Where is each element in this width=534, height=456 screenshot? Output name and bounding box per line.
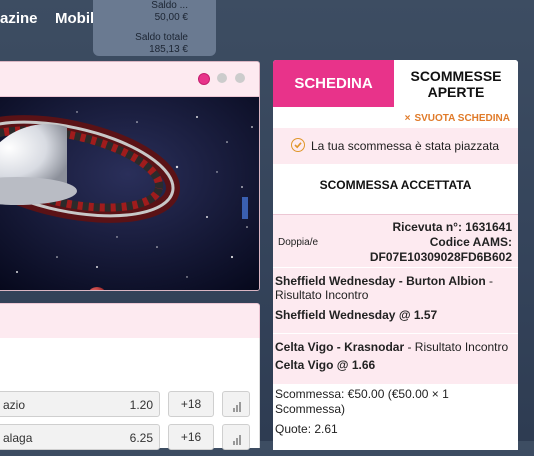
- total-odds: Quote: 2.61: [275, 422, 338, 436]
- tab-schedina[interactable]: SCHEDINA: [273, 60, 394, 107]
- receipt-block: Doppia/e Ricevuta n°: 1631641 Codice AAM…: [273, 214, 518, 267]
- selection-pick: Sheffield Wednesday @ 1.57: [275, 308, 438, 322]
- success-text: La tua scommessa è stata piazzata: [311, 139, 500, 153]
- aams-code: DF07E10309028FD6B602: [369, 250, 512, 264]
- stake-summary: Scommessa: €50.00 (€50.00 × 1 Scommessa): [275, 387, 449, 417]
- selection-pick: Celta Vigo @ 1.66: [275, 358, 376, 372]
- tab-scommesse-aperte[interactable]: SCOMMESSE APERTE: [394, 60, 518, 107]
- bet-slip: SCHEDINA SCOMMESSE APERTE × SVUOTA SCHEDI…: [273, 60, 518, 450]
- tab-open-line1: SCOMMESSE: [410, 68, 502, 84]
- tab-open-line2: APERTE: [427, 84, 485, 100]
- check-circle-icon: [291, 138, 305, 152]
- bet-type: Doppia/e: [278, 237, 319, 248]
- odd-value: 1.20: [129, 398, 153, 412]
- selection-match: Celta Vigo - Krasnodar - Risultato Incon…: [275, 340, 509, 354]
- team-name: azio: [3, 398, 26, 412]
- clear-slip-button[interactable]: × SVUOTA SCHEDINA: [405, 113, 510, 124]
- success-message: La tua scommessa è stata piazzata: [273, 128, 518, 164]
- close-icon: ×: [404, 113, 411, 124]
- bar-chart-icon: [233, 435, 241, 445]
- banner-header: [0, 62, 259, 97]
- balance-cut-value: 50,00 €: [154, 12, 188, 23]
- nav-item-mobile[interactable]: Mobil: [55, 10, 94, 27]
- balance-box: Saldo ... 50,00 € Saldo totale 185,13 €: [93, 0, 216, 56]
- carousel-dot-active[interactable]: [198, 73, 210, 85]
- odds-button[interactable]: alaga 6.25: [0, 424, 160, 450]
- stake-line1: Scommessa: €50.00 (€50.00 × 1: [275, 387, 449, 401]
- nav-item-magazine[interactable]: azine: [0, 10, 38, 27]
- more-markets-button[interactable]: +16: [168, 424, 214, 450]
- odd-value: 6.25: [129, 431, 153, 445]
- clear-slip-label: SVUOTA SCHEDINA: [414, 113, 510, 124]
- selection-market: Risultato Incontro: [275, 288, 369, 302]
- balance-total-value: 185,13 €: [149, 44, 188, 55]
- roulette-space-image[interactable]: [0, 97, 259, 290]
- balance-cut-label: Saldo ...: [151, 0, 188, 11]
- promo-banner: [0, 61, 260, 291]
- aams-label: Codice AAMS:: [429, 235, 512, 249]
- stake-line2: Scommessa): [275, 402, 346, 416]
- team-name: alaga: [3, 431, 33, 445]
- carousel-dot[interactable]: [217, 73, 227, 83]
- carousel-dot[interactable]: [235, 73, 245, 83]
- balance-total-label: Saldo totale: [135, 32, 188, 43]
- bet-accepted-title: SCOMMESSA ACCETTATA: [319, 178, 472, 192]
- section-header-strip: [0, 303, 260, 339]
- selection-item: Celta Vigo - Krasnodar - Risultato Incon…: [273, 333, 518, 384]
- bar-chart-icon: [233, 402, 241, 412]
- stats-button[interactable]: [222, 424, 250, 450]
- selection-item: Sheffield Wednesday - Burton Albion - Ri…: [273, 267, 518, 333]
- receipt-number: Ricevuta n°: 1631641: [392, 220, 512, 234]
- more-markets-button[interactable]: +18: [168, 391, 214, 417]
- stats-button[interactable]: [222, 391, 250, 417]
- selection-match: Sheffield Wednesday - Burton Albion -: [275, 274, 494, 288]
- odds-button[interactable]: azio 1.20: [0, 391, 160, 417]
